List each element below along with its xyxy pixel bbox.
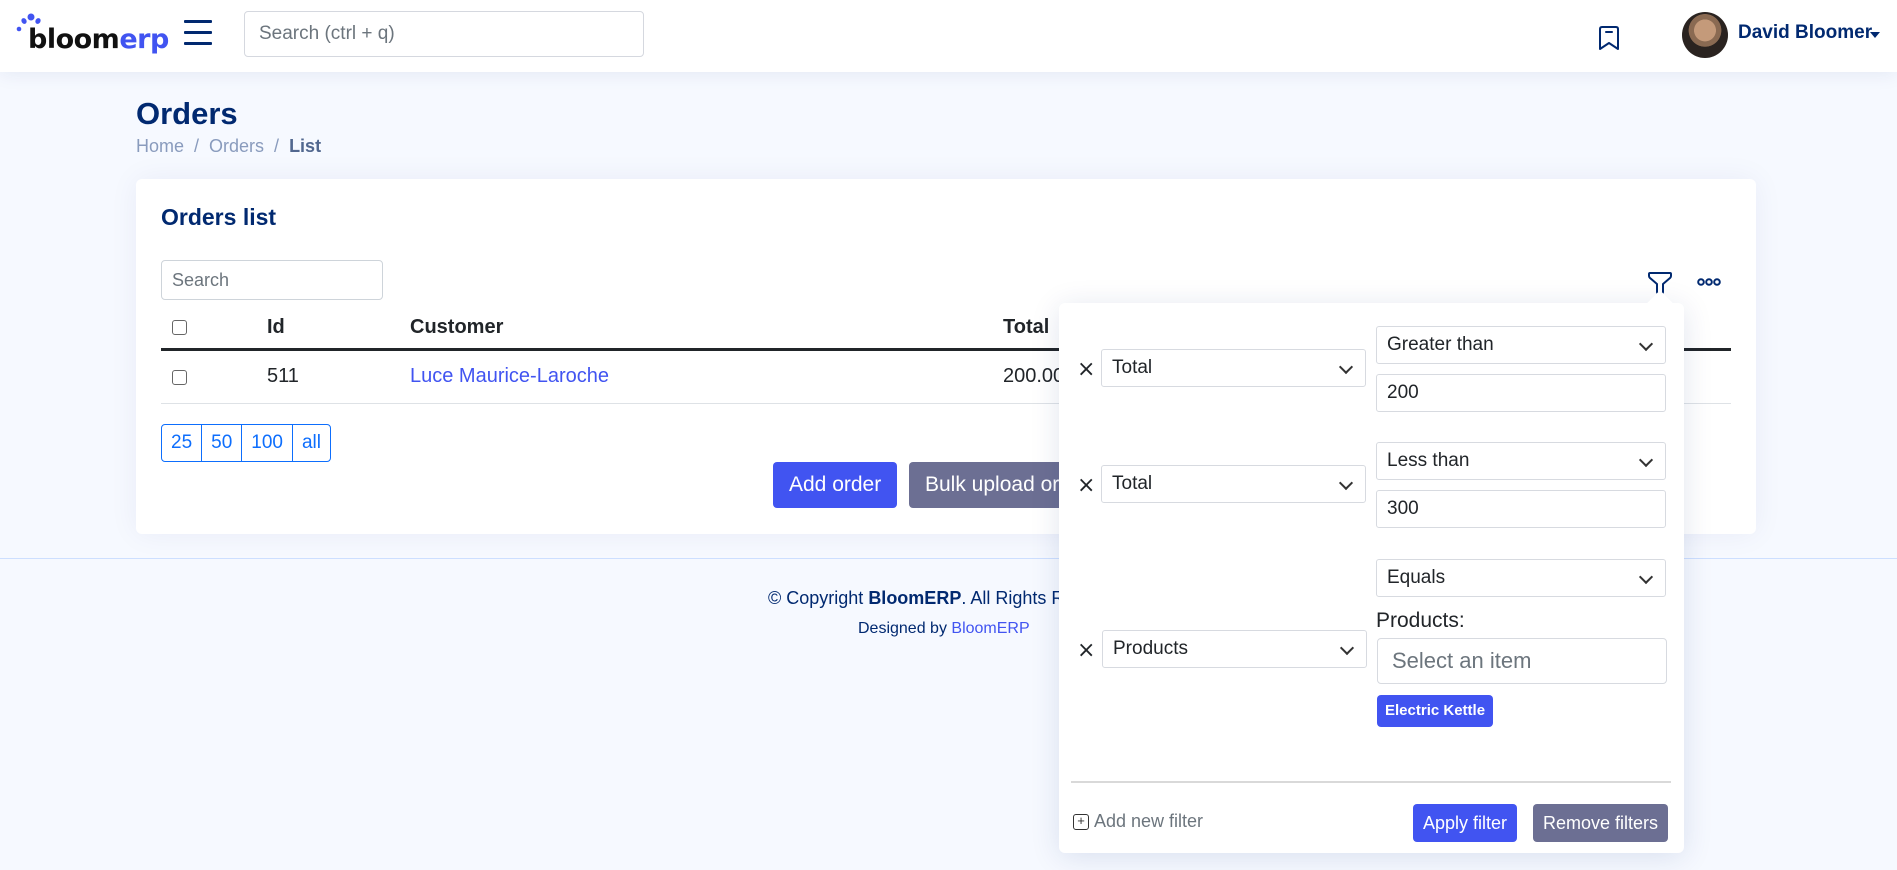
logo-text: bloomerp	[28, 24, 169, 55]
chevron-down-icon	[1338, 475, 1354, 491]
breadcrumb-home[interactable]: Home	[136, 136, 184, 157]
breadcrumb-separator: /	[274, 136, 280, 156]
filter-panel: × Total Greater than 200 × Total Less th…	[1059, 303, 1684, 853]
breadcrumb: Home / Orders / List	[136, 136, 321, 157]
credits-link[interactable]: BloomERP	[951, 620, 1029, 637]
filter-2-operator-select[interactable]: Less than	[1376, 442, 1666, 480]
credits-text: Designed by BloomERP	[858, 620, 1030, 637]
add-new-filter-button[interactable]: + Add new filter	[1073, 811, 1203, 832]
chevron-down-icon	[1638, 452, 1654, 468]
cell-customer-link[interactable]: Luce Maurice-Laroche	[410, 365, 609, 388]
user-menu-name[interactable]: David Bloomer	[1738, 22, 1872, 44]
top-header: bloomerp David Bloomer	[0, 0, 1897, 72]
column-header-id[interactable]: Id	[267, 316, 285, 339]
filter-1-value-input[interactable]: 200	[1376, 374, 1666, 412]
chevron-down-icon	[1638, 336, 1654, 352]
filter-2-field-select[interactable]: Total	[1101, 465, 1366, 503]
cell-id: 511	[267, 365, 299, 387]
filter-3-operator-select[interactable]: Equals	[1376, 559, 1666, 597]
global-search-input[interactable]	[244, 11, 644, 57]
page-size-100[interactable]: 100	[242, 425, 293, 461]
breadcrumb-separator: /	[194, 136, 200, 156]
selected-product-chip[interactable]: Electric Kettle	[1377, 695, 1494, 727]
cell-total: 200.00	[1003, 365, 1065, 387]
filter-2-value-input[interactable]: 300	[1376, 490, 1666, 528]
remove-filter-2-icon[interactable]: ×	[1077, 473, 1095, 498]
page-size-all[interactable]: all	[293, 425, 330, 461]
bulk-upload-button[interactable]: Bulk upload orders	[909, 462, 1069, 508]
remove-filter-3-icon[interactable]: ×	[1077, 638, 1095, 663]
caret-down-icon[interactable]	[1870, 32, 1880, 38]
page-size-25[interactable]: 25	[162, 425, 203, 461]
remove-filters-button[interactable]: Remove filters	[1533, 804, 1669, 842]
menu-toggle-icon[interactable]	[184, 20, 214, 46]
card-title: Orders list	[161, 204, 277, 230]
column-header-customer[interactable]: Customer	[410, 316, 503, 339]
bookmark-icon[interactable]	[1597, 24, 1621, 52]
products-label: Products:	[1376, 609, 1465, 632]
chevron-down-icon	[1339, 640, 1355, 656]
row-checkbox[interactable]	[172, 370, 187, 385]
chevron-down-icon	[1338, 359, 1354, 375]
page-size-selector: 25 50 100 all	[161, 424, 331, 462]
select-all-checkbox[interactable]	[172, 320, 187, 335]
products-select-input[interactable]: Select an item	[1377, 638, 1667, 684]
page-size-50[interactable]: 50	[202, 425, 243, 461]
chevron-down-icon	[1638, 569, 1654, 585]
apply-filter-button[interactable]: Apply filter	[1413, 804, 1518, 842]
column-header-total[interactable]: Total	[1003, 316, 1049, 339]
filter-3-field-select[interactable]: Products	[1102, 630, 1367, 668]
panel-divider	[1071, 781, 1671, 783]
remove-filter-1-icon[interactable]: ×	[1077, 357, 1095, 382]
breadcrumb-orders[interactable]: Orders	[209, 136, 264, 157]
more-options-icon[interactable]	[1697, 275, 1721, 289]
breadcrumb-current: List	[289, 136, 322, 156]
logo[interactable]: bloomerp	[16, 10, 169, 58]
page-title: Orders	[136, 96, 238, 131]
filter-1-field-select[interactable]: Total	[1101, 349, 1366, 387]
table-search-input[interactable]	[161, 260, 383, 300]
add-order-button[interactable]: Add order	[773, 462, 898, 508]
filter-1-operator-select[interactable]: Greater than	[1376, 326, 1666, 364]
plus-square-icon: +	[1073, 813, 1089, 830]
avatar[interactable]	[1682, 12, 1728, 58]
